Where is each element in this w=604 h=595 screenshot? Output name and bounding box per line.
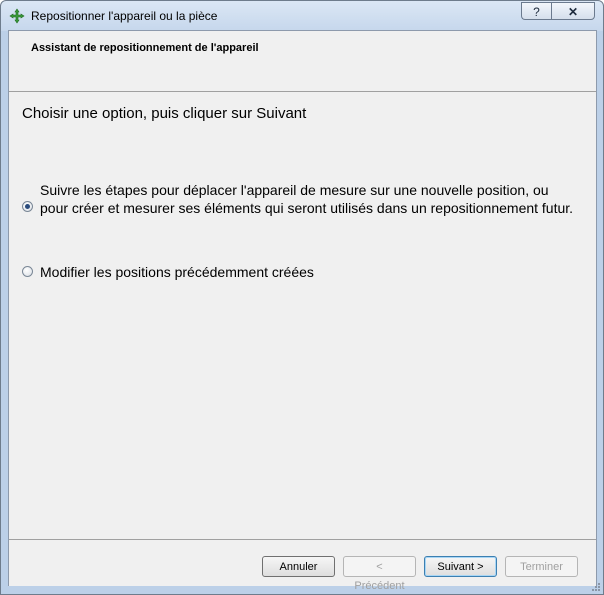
dialog-client-area: Assistant de repositionnement de l'appar… [8, 30, 597, 592]
close-button[interactable]: ✕ [551, 2, 595, 20]
wizard-header-title: Assistant de repositionnement de l'appar… [31, 42, 259, 54]
resize-grip-icon[interactable] [591, 582, 601, 592]
previous-button[interactable]: < Précédent [343, 556, 416, 592]
finish-button[interactable]: Terminer [505, 556, 578, 577]
next-button[interactable]: Suivant > [424, 556, 497, 577]
help-icon: ? [533, 5, 540, 19]
help-button[interactable]: ? [521, 2, 551, 20]
wizard-body: Choisir une option, puis cliquer sur Sui… [9, 92, 596, 539]
option-modify-positions[interactable]: Modifier les positions précédemment créé… [22, 263, 582, 283]
close-icon: ✕ [567, 5, 579, 19]
wizard-header: Assistant de repositionnement de l'appar… [9, 31, 596, 92]
radio-selected-dot [25, 204, 30, 209]
instruction-text: Choisir une option, puis cliquer sur Sui… [22, 105, 307, 122]
title-bar[interactable]: Repositionner l'appareil ou la pièce ? ✕ [1, 1, 603, 31]
option-follow-steps-radio[interactable] [22, 201, 33, 212]
option-follow-steps-label[interactable]: Suivre les étapes pour déplacer l'appare… [40, 181, 580, 217]
wizard-footer: Annuler < Précédent Suivant > Terminer [9, 539, 596, 592]
wizard-window: Repositionner l'appareil ou la pièce ? ✕… [0, 0, 604, 595]
window-title: Repositionner l'appareil ou la pièce [31, 9, 218, 23]
cancel-button[interactable]: Annuler [262, 556, 335, 577]
app-icon [9, 8, 25, 24]
option-modify-positions-radio[interactable] [22, 266, 33, 277]
option-modify-positions-label[interactable]: Modifier les positions précédemment créé… [40, 263, 580, 281]
option-follow-steps[interactable]: Suivre les étapes pour déplacer l'appare… [22, 181, 582, 241]
